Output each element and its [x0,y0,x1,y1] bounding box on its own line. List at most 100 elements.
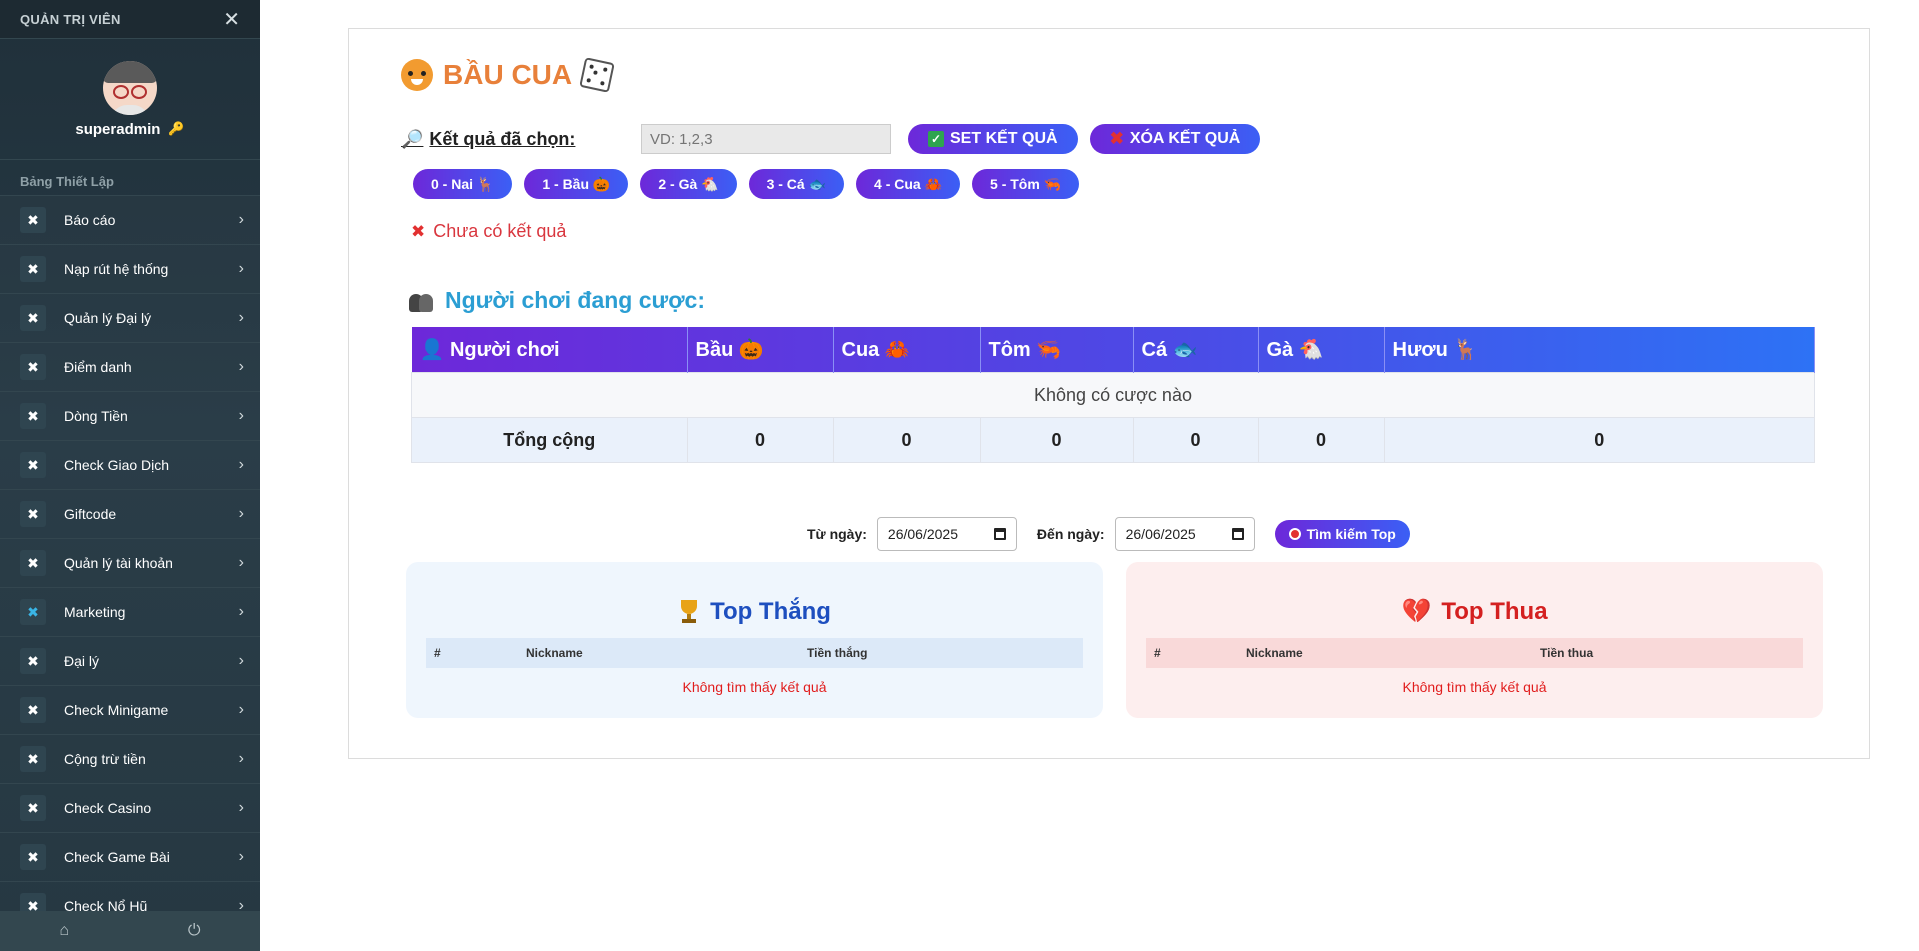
sidebar-menu: ✖ Báo cáo › ✖ Nạp rút hệ thống › ✖ Quản lý Đạ… [0,195,260,930]
search-top-label: Tìm kiếm Top [1306,526,1396,542]
pick-ca-button[interactable]: 3 - Cá 🐟 [748,169,845,199]
top-lose-title-text: Top Thua [1441,598,1548,625]
chevron-right-icon: › [238,701,244,718]
sidebar-item-bao-cao[interactable]: ✖ Báo cáo › [0,195,260,244]
total-ca: 0 [1132,417,1259,463]
page-title: BẦU CUA [401,57,615,93]
top-win-header-row: # Nickname Tiền thắng [426,638,1083,668]
top-win-empty: Không tìm thấy kết quả [682,679,827,695]
sidebar-item-giftcode[interactable]: ✖ Giftcode › [0,489,260,538]
from-date-input[interactable]: 26/06/2025 [876,517,1017,551]
tools-icon: ✖ [20,354,46,380]
col-nickname: Nickname [1246,646,1303,660]
col-nickname: Nickname [526,646,583,660]
people-icon [409,290,435,312]
sidebar-item-dai-ly[interactable]: ✖ Đại lý › [0,636,260,685]
sidebar-item-check-casino[interactable]: ✖ Check Casino › [0,783,260,832]
chevron-right-icon: › [238,505,244,522]
power-icon[interactable]: ⏻ [188,922,201,940]
pick-cua-button[interactable]: 4 - Cua 🦀 [856,169,961,199]
top-win-panel: Top Thắng # Nickname Tiền thắng Không tì… [406,562,1103,718]
sidebar-item-diem-danh[interactable]: ✖ Điểm danh › [0,342,260,391]
pick-tom-button[interactable]: 5 - Tôm 🦐 [972,169,1080,199]
sidebar-item-nap-rut[interactable]: ✖ Nạp rút hệ thống › [0,244,260,293]
from-date-value: 26/06/2025 [887,526,958,542]
tools-icon: ✖ [20,599,46,625]
total-ga: 0 [1257,417,1385,463]
sidebar-item-marketing[interactable]: ✖ Marketing › [0,587,260,636]
sidebar-title: QUẢN TRỊ VIÊN [20,11,121,27]
no-result-text: Chưa có kết quả [433,221,567,241]
dice-icon [579,57,615,93]
calendar-icon[interactable] [1231,528,1244,540]
trophy-icon [678,600,700,624]
tools-icon: ✖ [20,403,46,429]
col-lose-amount: Tiền thua [1540,646,1594,660]
total-cua: 0 [832,417,981,463]
chevron-right-icon: › [238,456,244,473]
chevron-right-icon: › [238,407,244,424]
from-date-label: Từ ngày: [807,526,867,542]
sidebar-item-label: Check Giao Dịch [64,457,170,473]
chevron-right-icon: › [238,211,244,228]
sidebar-item-check-minigame[interactable]: ✖ Check Minigame › [0,685,260,734]
result-label-text: Kết quả đã chọn: [429,128,576,149]
clear-result-button[interactable]: ✖ XÓA KẾT QUẢ [1089,124,1261,154]
target-icon [1288,528,1301,540]
total-row: Tổng cộng 0 0 0 0 0 0 [411,417,1815,463]
to-date-label: Đến ngày: [1036,526,1105,542]
sidebar-item-label: Quản lý tài khoản [64,555,173,571]
calendar-icon[interactable] [993,528,1006,540]
sidebar-item-check-game-bai[interactable]: ✖ Check Game Bài › [0,832,260,881]
set-result-label: SET KẾT QUẢ [950,130,1058,147]
home-icon[interactable]: ⌂ [59,922,69,940]
set-result-button[interactable]: ✓ SET KẾT QUẢ [908,124,1078,154]
tools-icon: ✖ [20,207,46,233]
clear-result-label: XÓA KẾT QUẢ [1129,130,1241,147]
pick-buttons: 0 - Nai 🦌 1 - Bầu 🎃 2 - Gà 🐔 3 - Cá 🐟 4 … [413,169,1080,199]
tools-icon: ✖ [20,305,46,331]
key-icon: 🔑 [168,121,185,136]
col-player: 👤 Người chơi [411,327,688,373]
avatar [103,60,157,115]
col-player-label: Người chơi [449,339,560,361]
result-input[interactable] [641,124,891,154]
empty-message: Không có cược nào [411,372,1815,418]
sidebar-item-label: Báo cáo [64,212,116,228]
tools-icon: ✖ [20,501,46,527]
username-text: superadmin [75,120,161,138]
tools-icon: ✖ [20,648,46,674]
sidebar-item-label: Check Minigame [64,702,169,718]
search-top-button[interactable]: Tìm kiếm Top [1274,520,1410,548]
col-ca: Cá 🐟 [1133,327,1259,373]
pick-nai-button[interactable]: 0 - Nai 🦌 [413,169,513,199]
close-icon[interactable]: ✕ [223,7,240,32]
total-tom: 0 [979,417,1134,463]
pick-bau-button[interactable]: 1 - Bầu 🎃 [524,169,629,199]
cross-icon: ✖ [1109,129,1124,148]
top-win-title-text: Top Thắng [710,598,831,625]
chevron-right-icon: › [238,260,244,277]
sidebar-item-label: Quản lý Đại lý [64,310,152,326]
sidebar-item-check-giao-dich[interactable]: ✖ Check Giao Dịch › [0,440,260,489]
total-bau: 0 [686,417,834,463]
col-ga: Gà 🐔 [1258,327,1385,373]
top-win-table: # Nickname Tiền thắng Không tìm thấy kết… [426,638,1083,706]
sidebar-item-quan-ly-tai-khoan[interactable]: ✖ Quản lý tài khoản › [0,538,260,587]
chevron-right-icon: › [238,309,244,326]
sidebar-item-dong-tien[interactable]: ✖ Dòng Tiền › [0,391,260,440]
sidebar: QUẢN TRỊ VIÊN ✕ superadmin 🔑 Bảng Thiết … [0,0,260,951]
sidebar-item-cong-tru-tien[interactable]: ✖ Cộng trừ tiền › [0,734,260,783]
bets-table: 👤 Người chơi Bầu 🎃 Cua 🦀 Tôm 🦐 Cá 🐟 Gà 🐔… [411,327,1815,463]
to-date-input[interactable]: 26/06/2025 [1114,517,1255,551]
pick-ga-button[interactable]: 2 - Gà 🐔 [640,169,737,199]
col-rank: # [1154,646,1161,660]
chevron-right-icon: › [238,554,244,571]
sidebar-header: QUẢN TRỊ VIÊN ✕ [0,0,260,39]
sidebar-item-label: Giftcode [64,506,117,522]
top-lose-header-row: # Nickname Tiền thua [1146,638,1803,668]
sidebar-footer: ⌂ ⏻ [0,911,260,951]
sidebar-section-title: Bảng Thiết Lập [20,174,114,189]
tools-icon: ✖ [20,795,46,821]
sidebar-item-quan-ly-dai-ly[interactable]: ✖ Quản lý Đại lý › [0,293,260,342]
